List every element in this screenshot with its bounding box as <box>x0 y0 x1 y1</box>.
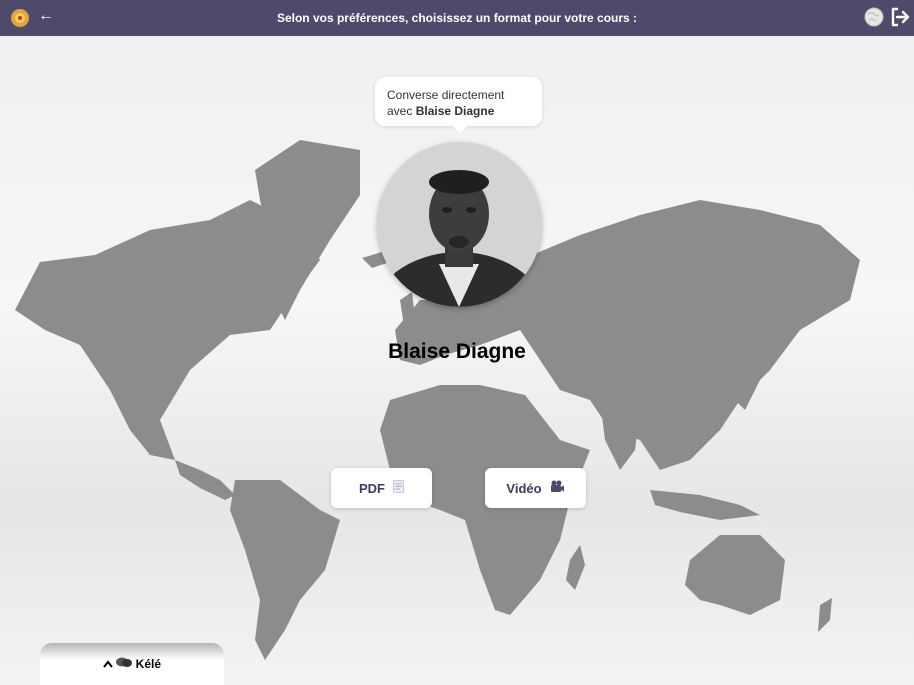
chat-bubbles-icon <box>116 657 135 671</box>
south-america-shape <box>230 480 340 660</box>
kele-label: Kélé <box>135 656 162 671</box>
conversation-bubble: Converse directement avec Blaise Diagne <box>375 77 542 133</box>
person-name: Blaise Diagne <box>388 340 526 363</box>
video-button[interactable]: Vidéo <box>485 468 586 508</box>
kele-chat-tab[interactable]: Kélé <box>40 643 224 685</box>
pdf-button-label: PDF <box>359 480 385 496</box>
india-shape <box>600 400 640 470</box>
document-icon <box>393 480 404 496</box>
new-zealand-shape <box>818 598 832 632</box>
asia-shape <box>520 200 860 470</box>
page-title: Selon vos préférences, choisissez un for… <box>276 11 638 25</box>
top-bar: ← Selon vos préférences, choisissez un f… <box>0 0 914 36</box>
australia-shape <box>685 535 785 615</box>
video-button-label: Vidéo <box>506 480 542 496</box>
madagascar-shape <box>566 545 585 590</box>
bubble-person-name: Blaise Diagne <box>415 104 495 118</box>
video-camera-icon <box>550 480 565 496</box>
portrait-image <box>377 142 542 307</box>
central-america-shape <box>175 460 235 500</box>
bubble-line-1: Converse directement <box>387 88 505 102</box>
chevron-up-icon <box>103 657 116 671</box>
globe-icon[interactable] <box>864 7 884 27</box>
logout-icon[interactable] <box>889 6 911 28</box>
bubble-line-2: avec Blaise Diagne <box>387 103 530 119</box>
indonesia-shape <box>650 490 760 520</box>
bubble-prefix: avec <box>387 104 416 118</box>
pdf-button[interactable]: PDF <box>331 468 432 508</box>
avatar[interactable] <box>377 142 542 307</box>
